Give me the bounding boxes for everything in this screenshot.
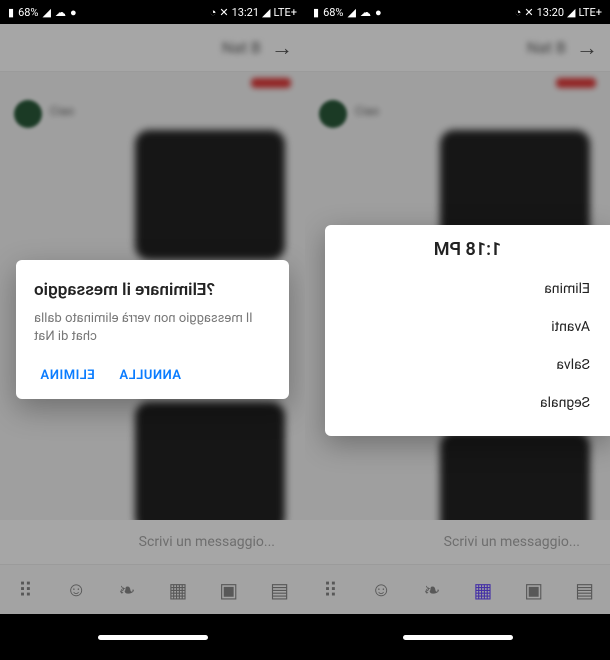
context-item-report[interactable]: Segnala (345, 384, 590, 422)
delete-dialog: Eliminare il messaggio? Il messaggio non… (16, 260, 289, 399)
network-text: LTE+ (273, 6, 297, 19)
wifi-icon: ◢ (42, 6, 50, 19)
network-text: LTE+ (578, 6, 602, 19)
left-screenshot: ▮ 68% ◢ ☁ ● ◔ ✕ 13:21 ◢ LTE+ Nat B → Cia… (0, 0, 305, 660)
status-bar: ▮ 68% ◢ ☁ ● ◔ ✕ 13:20 ◢ LTE+ (305, 0, 610, 24)
status-time: 13:21 (232, 6, 259, 19)
dot-icon: ● (70, 6, 77, 19)
dot-icon: ● (375, 6, 382, 19)
battery-text: 68% (323, 6, 343, 19)
signal-icon: ◢ (262, 6, 270, 19)
android-nav-bar (305, 614, 610, 660)
battery-text: 68% (18, 6, 38, 19)
battery-icon: ▮ (8, 6, 14, 19)
home-indicator[interactable] (403, 635, 513, 640)
cloud-icon: ☁ (55, 6, 66, 19)
notif-icon: ✕ (524, 6, 533, 19)
right-screenshot: ▮ 68% ◢ ☁ ● ◔ ✕ 13:20 ◢ LTE+ Nat B → Cia… (305, 0, 610, 660)
home-indicator[interactable] (98, 635, 208, 640)
status-bar: ▮ 68% ◢ ☁ ● ◔ ✕ 13:21 ◢ LTE+ (0, 0, 305, 24)
confirm-button[interactable]: ELIMINA (40, 368, 95, 383)
context-item-forward[interactable]: Avanti (345, 308, 590, 346)
message-context-menu: 1:18 PM Elimina Avanti Salva Segnala (325, 225, 610, 436)
context-item-save[interactable]: Salva (345, 346, 590, 384)
notif-icon: ✕ (219, 6, 228, 19)
cloud-icon: ☁ (360, 6, 371, 19)
battery-icon: ▮ (313, 6, 319, 19)
dialog-title: Eliminare il messaggio? (34, 280, 271, 300)
wifi-icon: ◢ (347, 6, 355, 19)
signal-icon: ◢ (567, 6, 575, 19)
cancel-button[interactable]: ANNULLA (119, 368, 181, 383)
notif-icon: ◔ (515, 6, 522, 19)
status-time: 13:20 (537, 6, 564, 19)
notif-icon: ◔ (210, 6, 217, 19)
context-timestamp: 1:18 PM (345, 239, 590, 260)
dialog-body: Il messaggio non verrà eliminato dalla c… (34, 310, 271, 346)
dialog-actions: ELIMINA ANNULLA (34, 368, 271, 391)
context-item-delete[interactable]: Elimina (345, 270, 590, 308)
android-nav-bar (0, 614, 305, 660)
